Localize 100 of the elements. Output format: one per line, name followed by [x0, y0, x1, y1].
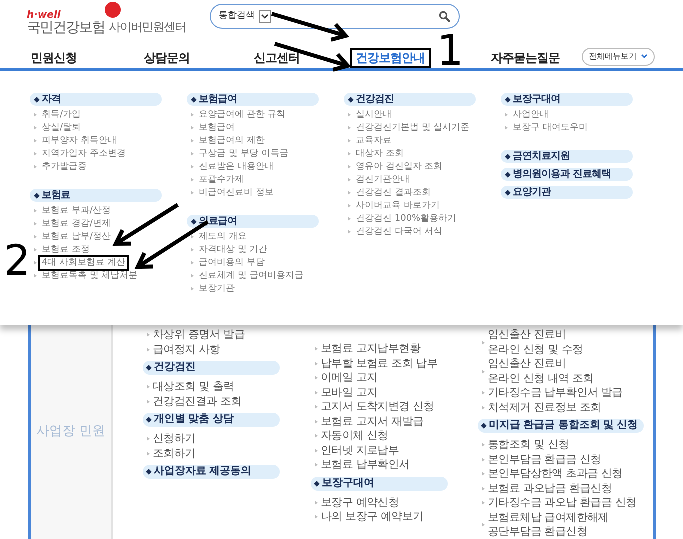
content-link[interactable]: 보장구 예약신청 [321, 496, 400, 510]
menu-category[interactable]: 보험급여 [187, 93, 319, 106]
nav-tab[interactable]: 건강보험안내 [352, 50, 429, 66]
content-link[interactable]: 통합조회 및 신청 [488, 438, 570, 452]
content-link[interactable]: 조회하기 [153, 446, 196, 461]
content-link[interactable]: 기타징수금 납부확인서 발급 [488, 386, 623, 400]
menu-link[interactable]: 보험료 납부/정산 [40, 230, 113, 242]
content-link[interactable]: 보험료 납부확인서 [321, 458, 410, 472]
menu-link[interactable]: 자격대상 및 기간 [197, 244, 270, 256]
menu-link[interactable]: 피부양자 취득안내 [40, 134, 119, 146]
menu-link[interactable]: 보장기관 [197, 282, 237, 294]
bullet-icon [482, 406, 485, 410]
content-link[interactable]: 자동이체 신청 [321, 429, 388, 444]
content-link[interactable]: 보험료 과오납금 환급신청 [488, 482, 612, 496]
content-link[interactable]: 기타징수금 과오납 환급금 신청 [488, 496, 637, 510]
bullet-icon [191, 152, 194, 156]
menu-link[interactable]: 실시안내 [354, 108, 394, 120]
menu-link[interactable]: 사이버교육 바로가기 [354, 200, 442, 212]
content-link[interactable]: 고지서 도착지변경 신청 [321, 400, 434, 414]
bullet-icon [191, 248, 194, 252]
bullet-icon [348, 190, 351, 194]
search-scope-select[interactable]: 통합검색 [219, 10, 255, 24]
all-menu-button[interactable]: 전체메뉴보기 [582, 48, 655, 66]
menu-link[interactable]: 지역가입자 주소변경 [40, 148, 128, 160]
menu-link[interactable]: 건강검진 결과조회 [354, 186, 433, 198]
annotation-number: 1 [437, 30, 464, 72]
content-link[interactable]: 임신출산 진료비 온라인 신청 및 수정 [488, 328, 584, 357]
menu-category[interactable]: 금연치료지원 [501, 150, 633, 163]
search-field[interactable]: 통합검색 [210, 4, 460, 29]
dropdown-caret-icon [259, 10, 271, 23]
menu-link[interactable]: 비급여진료비 정보 [197, 186, 276, 198]
menu-link[interactable]: 보험료 경감/면제 [40, 218, 113, 230]
bullet-icon [147, 385, 150, 390]
content-link[interactable]: 보험료 고지서 재발급 [321, 414, 424, 429]
logo-title[interactable]: 국민건강보험 [27, 20, 105, 36]
content-link[interactable]: 이메일 고지 [321, 371, 378, 386]
nav-tab[interactable]: 자주묻는질문 [487, 50, 564, 66]
bullet-icon [34, 222, 37, 226]
menu-link[interactable]: 제도의 개요 [197, 230, 249, 242]
menu-link[interactable]: 급여비용의 부담 [197, 256, 267, 268]
content-link[interactable]: 본인부담상한액 초과금 신청 [488, 467, 623, 482]
menu-category[interactable]: 보장구대여 [501, 93, 633, 106]
menu-link[interactable]: 보험료 조정 [40, 244, 92, 256]
menu-link[interactable]: 사업안내 [511, 108, 551, 120]
content-link[interactable]: 보험료 고지납부현황 [321, 342, 420, 356]
content-category[interactable]: 건강검진 [143, 361, 280, 375]
menu-link[interactable]: 상실/탈퇴 [40, 122, 84, 134]
content-link[interactable]: 모바일 고지 [321, 386, 378, 400]
menu-link[interactable]: 진료체계 및 급여비용지급 [197, 270, 306, 282]
menu-link[interactable]: 보험급여의 제한 [197, 134, 267, 146]
menu-link[interactable]: 구상금 및 부당 이득금 [197, 148, 291, 160]
menu-link[interactable]: 보험료 부과/산정 [40, 204, 113, 216]
content-link[interactable]: 차상위 증명서 발급 [153, 328, 245, 342]
content-link[interactable]: 납부할 보험료 조회 납부 [321, 356, 438, 371]
menu-category[interactable]: 건강검진 [344, 93, 476, 106]
menu-link[interactable]: 건강검진 100%활용하기 [354, 212, 459, 224]
menu-link[interactable]: 보험료독촉 및 체납처분 [40, 270, 140, 282]
menu-link[interactable]: 대상자 조회 [354, 148, 406, 160]
search-icon[interactable] [439, 10, 451, 22]
content-link[interactable]: 치석제거 진료정보 조회 [488, 400, 602, 415]
menu-link[interactable]: 요양급여에 관한 규칙 [197, 108, 288, 120]
menu-category[interactable]: 자격 [30, 93, 162, 106]
content-category[interactable]: 사업장자료 제공동의 [143, 465, 280, 479]
menu-category[interactable]: 요양기관 [501, 186, 633, 199]
menu-link[interactable]: 취득/가입 [40, 108, 84, 120]
menu-category[interactable]: 병의원이용과 진료혜택 [501, 168, 633, 181]
nav-tab[interactable]: 신고센터 [250, 50, 304, 66]
content-category[interactable]: 미지급 환급금 통합조회 및 신청 [478, 419, 644, 433]
bullet-icon [191, 112, 194, 116]
bullet-icon [482, 391, 485, 396]
menu-link[interactable]: 4대 사회보험료 계산 [40, 256, 128, 268]
content-link[interactable]: 본인부담금 환급금 신청 [488, 452, 602, 467]
nav-tab[interactable]: 상담문의 [140, 50, 194, 66]
menu-link[interactable]: 교육자료 [354, 134, 394, 146]
content-link[interactable]: 급여정지 사항 [153, 342, 220, 357]
content-link[interactable]: 인터넷 지로납부 [321, 444, 400, 458]
menu-link[interactable]: 영유아 검진일자 조회 [354, 160, 445, 172]
menu-link[interactable]: 건강검진기본법 및 실시기준 [354, 122, 472, 134]
content-link[interactable]: 대상조회 및 출력 [153, 380, 234, 394]
content-category[interactable]: 개인별 맞춤 상담 [143, 413, 280, 427]
content-link[interactable]: 나의 보장구 예약보기 [321, 510, 424, 524]
content-link[interactable]: 임신출산 진료비 온라인 신청 내역 조회 [488, 357, 594, 386]
menu-link[interactable]: 건강검진 다국어 서식 [354, 226, 445, 238]
menu-category[interactable]: 의료급여 [187, 215, 319, 228]
bullet-icon [315, 390, 318, 395]
menu-link[interactable]: 진료받은 내용안내 [197, 160, 276, 172]
bullet-icon [34, 138, 37, 142]
menu-link[interactable]: 검진기관안내 [354, 174, 412, 186]
menu-link[interactable]: 보험급여 [197, 122, 237, 134]
bullet-icon [348, 216, 351, 220]
content-link[interactable]: 건강검진결과 조회 [153, 394, 242, 409]
content-link[interactable]: 신청하기 [153, 432, 196, 446]
menu-link[interactable]: 포괄수가제 [197, 174, 246, 186]
menu-category[interactable]: 보험료 [30, 189, 162, 202]
bullet-icon [34, 248, 37, 252]
menu-link[interactable]: 추가발급증 [40, 160, 89, 172]
menu-link[interactable]: 보장구 대여도우미 [511, 122, 590, 134]
content-link[interactable]: 보험료체납 급여제한해제 공단부담금 환급신청 [488, 510, 609, 539]
content-category[interactable]: 보장구대여 [311, 476, 448, 490]
nav-tab[interactable]: 민원신청 [27, 50, 81, 66]
